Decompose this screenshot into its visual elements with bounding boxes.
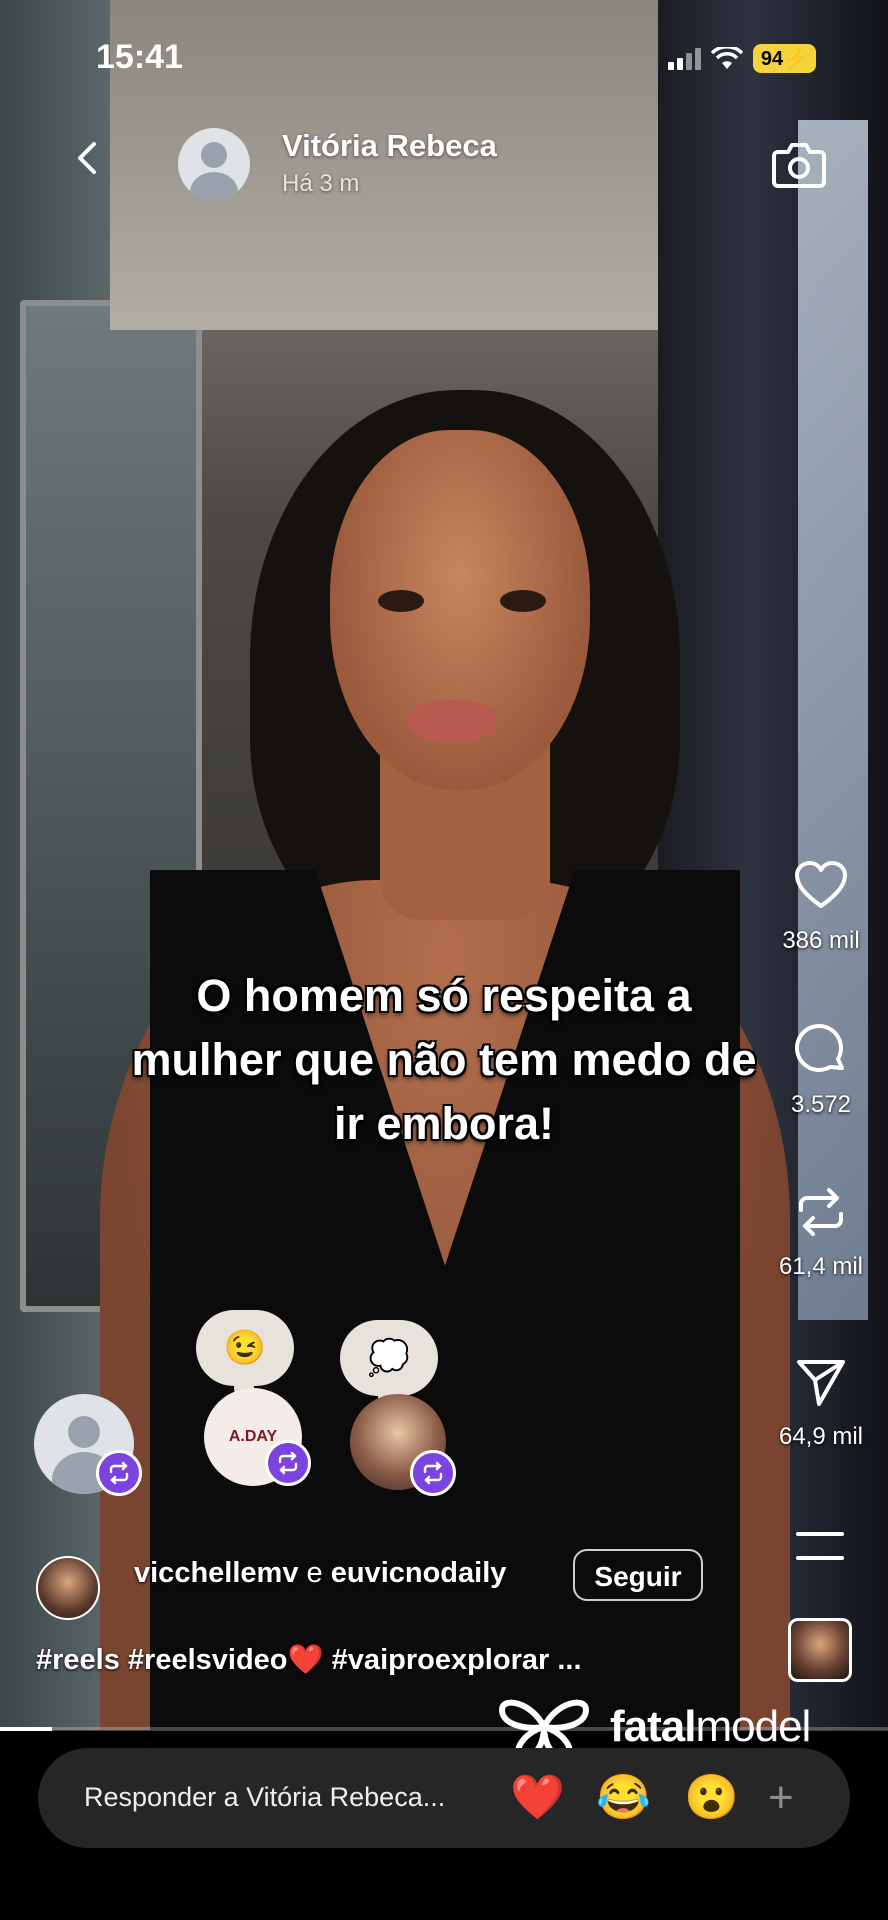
username[interactable]: Vitória Rebeca — [282, 128, 497, 164]
watermark-brand-rest: model — [695, 1702, 811, 1751]
reaction-bubble: 😉 — [196, 1310, 294, 1398]
camera-icon[interactable] — [772, 138, 826, 190]
comment-count: 3.572 — [790, 1091, 852, 1118]
repost-action[interactable]: 61,4 mil — [776, 1184, 866, 1281]
battery-indicator: 94⚡ — [752, 44, 816, 73]
battery-level: 94 — [760, 48, 784, 70]
thought-bubble: 💭 — [340, 1320, 438, 1408]
status-time: 15:41 — [96, 38, 183, 76]
post-time: Há 3 m — [282, 170, 360, 197]
repost-count: 61,4 mil — [778, 1253, 864, 1280]
like-count: 386 mil — [782, 927, 860, 954]
video-caption: O homem só respeita a mulher que não tem… — [131, 970, 757, 1149]
like-action[interactable]: 386 mil — [776, 858, 866, 955]
watermark-text: fatalmodel — [610, 1702, 811, 1752]
collab-user-1[interactable]: vicchellemv — [134, 1557, 298, 1589]
menu-icon[interactable] — [794, 1528, 846, 1564]
person-eye — [378, 590, 424, 612]
collab-user-2[interactable]: euvicnodaily — [331, 1557, 507, 1589]
quick-reaction-laugh[interactable]: 😂 — [596, 1772, 651, 1824]
status-icons: 94⚡ — [667, 44, 816, 73]
person-eye — [500, 590, 546, 612]
signal-icon — [667, 47, 701, 70]
progress-fill — [0, 1727, 52, 1731]
share-count: 64,9 mil — [778, 1423, 864, 1450]
collab-connector: e — [306, 1557, 323, 1589]
window-light — [798, 120, 868, 1320]
audio-thumbnail[interactable] — [788, 1618, 852, 1682]
reply-bar[interactable]: Responder a Vitória Rebeca... ❤️ 😂 😮 + — [38, 1748, 850, 1848]
plus-icon[interactable]: + — [768, 1772, 794, 1824]
collab-users[interactable]: vicchellemv e euvicnodaily — [134, 1557, 506, 1590]
repost-badge-icon — [410, 1450, 456, 1496]
send-icon[interactable] — [793, 1354, 849, 1410]
repost-badge-icon — [96, 1450, 142, 1496]
follow-button[interactable]: Seguir — [573, 1549, 703, 1601]
hashtags[interactable]: #reels #reelsvideo❤️ #vaiproexplorar ... — [36, 1643, 582, 1677]
back-arrow-icon[interactable] — [70, 140, 106, 176]
logo-text: A.DAY — [228, 1428, 278, 1445]
repost-icon[interactable] — [793, 1184, 849, 1240]
comment-icon[interactable] — [793, 1022, 849, 1078]
quick-reaction-heart[interactable]: ❤️ — [510, 1772, 565, 1824]
reply-input[interactable]: Responder a Vitória Rebeca... — [84, 1782, 445, 1813]
collab-avatar[interactable] — [36, 1556, 100, 1620]
profile-avatar[interactable] — [178, 128, 250, 200]
repost-badge-icon — [265, 1440, 311, 1486]
share-action[interactable]: 64,9 mil — [776, 1354, 866, 1451]
comment-action[interactable]: 3.572 — [776, 1022, 866, 1119]
quick-reaction-wow[interactable]: 😮 — [684, 1772, 739, 1824]
person-lips — [408, 700, 498, 742]
wifi-icon — [710, 46, 743, 69]
watermark-brand-bold: fatal — [610, 1702, 696, 1751]
heart-icon[interactable] — [793, 858, 849, 914]
